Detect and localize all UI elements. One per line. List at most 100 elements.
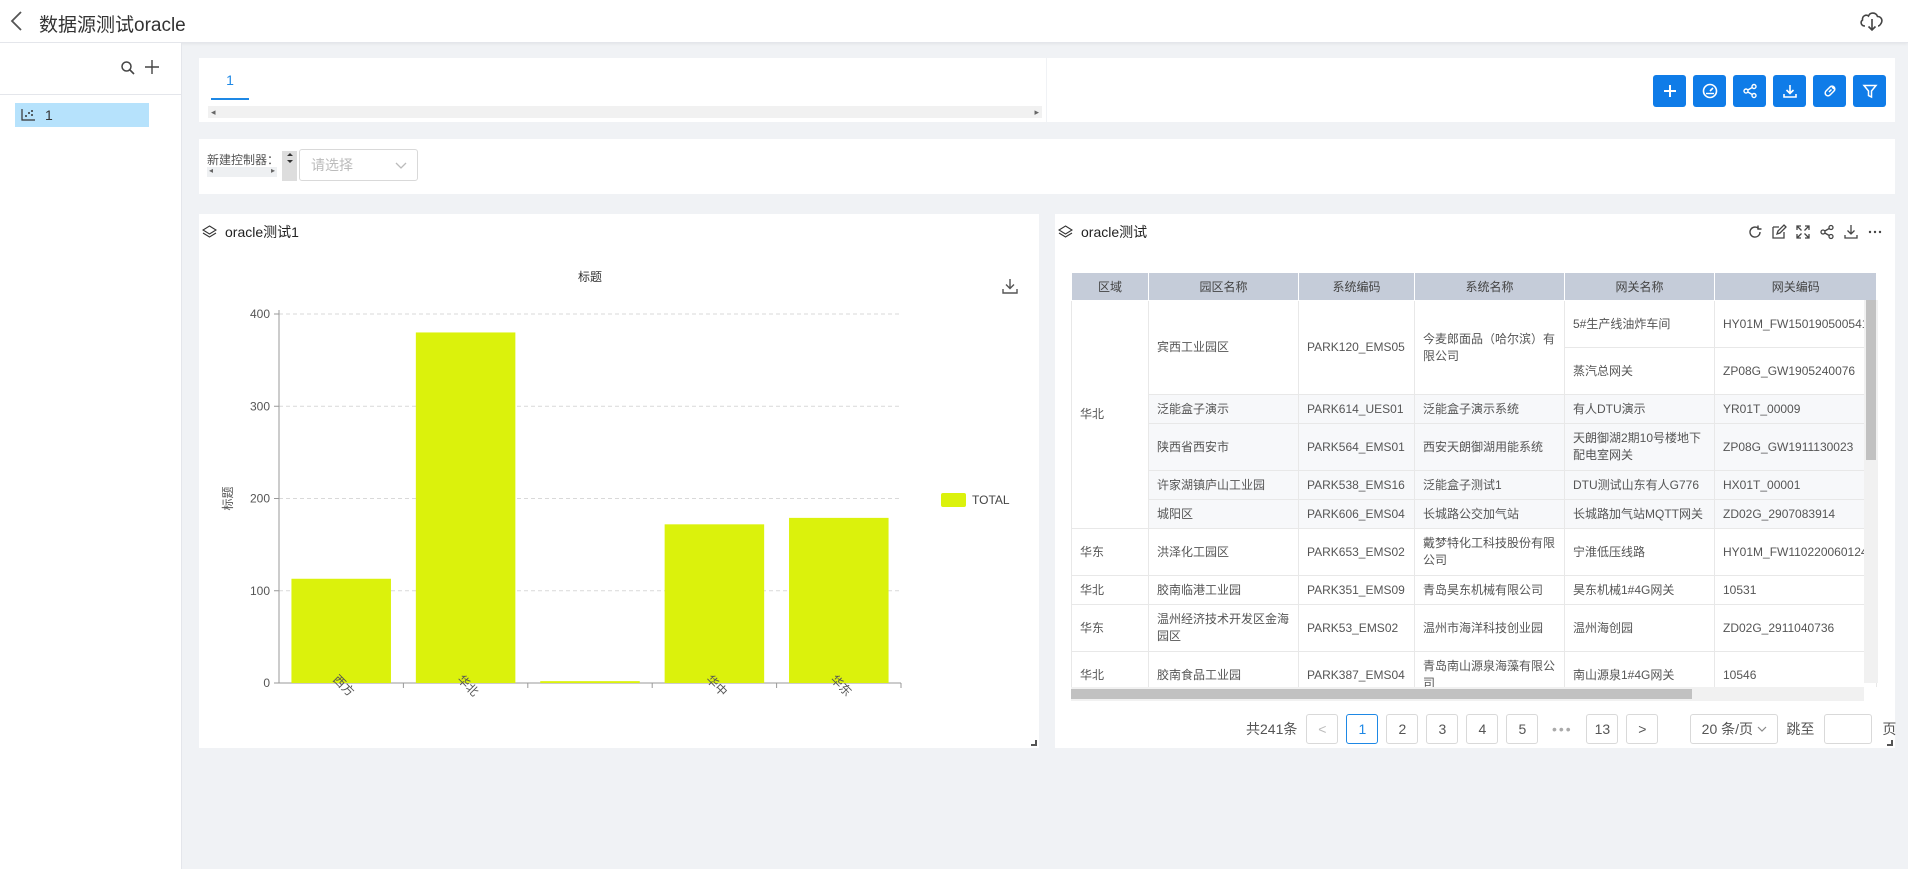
- column-header[interactable]: 园区名称: [1148, 272, 1299, 301]
- controller-select[interactable]: 请选择: [299, 149, 418, 181]
- dashboard-button[interactable]: [1693, 75, 1726, 107]
- bar: [789, 517, 889, 683]
- table-cell: 天朗御湖2期10号楼地下配电室网关: [1564, 423, 1715, 471]
- page-3-button[interactable]: 3: [1426, 714, 1459, 744]
- table-cell: 长城路加气站MQTT网关: [1564, 499, 1715, 529]
- add-icon[interactable]: [143, 58, 161, 76]
- table-cell: 10531: [1713, 575, 1878, 605]
- table-row: 华北 胶南临港工业园 PARK351_EMS09 青岛昊东机械有限公司 昊东机械…: [1071, 575, 1878, 605]
- chart-panel-title: oracle测试1: [225, 224, 299, 240]
- more-icon[interactable]: [1867, 224, 1883, 240]
- table-horizontal-scrollbar[interactable]: [1071, 687, 1864, 701]
- filter-button[interactable]: [1853, 75, 1886, 107]
- column-header[interactable]: 网关名称: [1564, 272, 1715, 301]
- table-cell: 温州经济技术开发区金海园区: [1148, 604, 1299, 652]
- table-cell: 南山源泉1#4G网关: [1564, 651, 1715, 687]
- tab-1[interactable]: 1: [211, 72, 249, 100]
- table-cell: 宾西工业园区: [1148, 300, 1299, 395]
- table-row: 华北 胶南食品工业园 PARK387_EMS04 青岛南山源泉海藻有限公司 南山…: [1071, 651, 1878, 687]
- sidebar-item-label: 1: [45, 107, 53, 123]
- back-icon[interactable]: [6, 9, 26, 33]
- table-cell: 泛能盒子演示: [1148, 394, 1299, 424]
- scrollbar-thumb[interactable]: [1866, 300, 1876, 460]
- fullscreen-icon[interactable]: [1795, 224, 1811, 240]
- next-page-button[interactable]: >: [1626, 714, 1659, 744]
- tab-bar: 1 ◂ ▸: [199, 58, 1046, 122]
- bar: [664, 524, 765, 683]
- table-vertical-scrollbar[interactable]: [1864, 300, 1878, 683]
- chart-download-icon[interactable]: [1001, 277, 1019, 298]
- table-cell: 5#生产线油炸车间: [1564, 300, 1715, 348]
- download-icon: [1782, 85, 1797, 98]
- sidebar-toolbar: [0, 43, 181, 95]
- search-icon[interactable]: [120, 60, 136, 76]
- column-header[interactable]: 网关编码: [1713, 272, 1878, 301]
- y-tick-label: 100: [250, 584, 270, 598]
- scroll-right-icon[interactable]: ▸: [1034, 106, 1039, 118]
- x-tick-label: 华东: [828, 672, 855, 699]
- jump-label: 跳至: [1786, 721, 1815, 737]
- table-row: 陕西省西安市 PARK564_EMS01 西安天朗御湖用能系统 天朗御湖2期10…: [1072, 423, 1878, 471]
- add-button[interactable]: [1653, 75, 1686, 107]
- cloud-download-icon[interactable]: [1858, 7, 1886, 35]
- layers-icon: [202, 225, 217, 238]
- jump-suffix: 页: [1882, 721, 1897, 737]
- filter-icon: [1861, 84, 1878, 99]
- table-cell: 城阳区: [1148, 499, 1299, 529]
- table-cell: 温州市海洋科技创业园: [1414, 604, 1565, 652]
- controller-bar: 新建控制器： ◂ ▸ 请选择: [199, 139, 1895, 194]
- page-size-label: 20 条/页: [1701, 721, 1754, 737]
- table-cell: ZD02G_2911040736: [1713, 604, 1878, 652]
- table-panel: oracle测试 区域 园区名称 系统编码 系统名称 网关名称 网关编码 华北 …: [1055, 214, 1895, 748]
- share-icon[interactable]: [1819, 224, 1835, 240]
- column-header[interactable]: 系统名称: [1414, 272, 1565, 301]
- last-page-button[interactable]: 13: [1586, 714, 1619, 744]
- resize-handle[interactable]: [1031, 740, 1037, 746]
- download-icon[interactable]: [1843, 224, 1859, 240]
- controller-scrollbar[interactable]: ◂ ▸: [207, 166, 277, 177]
- table-cell: 华东: [1071, 604, 1149, 652]
- page-1-button[interactable]: 1: [1346, 714, 1379, 744]
- y-tick-label: 200: [250, 492, 270, 506]
- refresh-icon[interactable]: [1747, 224, 1763, 240]
- edit-icon[interactable]: [1771, 224, 1787, 240]
- table-cell: 温州海创园: [1564, 604, 1715, 652]
- chart-title: 标题: [578, 270, 602, 284]
- download-button[interactable]: [1773, 75, 1806, 107]
- table-cell: 泛能盒子测试1: [1414, 470, 1565, 500]
- layers-icon: [1058, 225, 1073, 238]
- legend-label: TOTAL: [972, 493, 1010, 507]
- tab-scrollbar[interactable]: ◂ ▸: [208, 106, 1042, 118]
- page-4-button[interactable]: 4: [1466, 714, 1499, 744]
- scrollbar-thumb[interactable]: [1071, 689, 1692, 699]
- x-tick-label: 西方: [330, 672, 358, 700]
- link-button[interactable]: [1813, 75, 1846, 107]
- table-cell: 华北: [1071, 300, 1149, 529]
- page-5-button[interactable]: 5: [1506, 714, 1539, 744]
- page-ellipsis[interactable]: •••: [1546, 721, 1578, 737]
- sort-icon[interactable]: [282, 151, 297, 181]
- column-header[interactable]: 系统编码: [1298, 272, 1415, 301]
- table-cell: PARK53_EMS02: [1298, 604, 1415, 652]
- sidebar-item-chart[interactable]: 1: [15, 103, 149, 127]
- table-cell: PARK351_EMS09: [1298, 575, 1415, 605]
- table-cell: ZD02G_2907083914: [1713, 499, 1878, 529]
- page-size-select[interactable]: 20 条/页: [1690, 714, 1779, 744]
- table-cell: HY01M_FW110220060124: [1713, 528, 1878, 576]
- legend-swatch: [941, 493, 966, 507]
- bar: [540, 681, 640, 683]
- prev-page-button[interactable]: <: [1306, 714, 1339, 744]
- column-header[interactable]: 区域: [1071, 272, 1149, 301]
- scroll-left-icon[interactable]: ◂: [211, 106, 216, 118]
- sidebar: 1: [0, 43, 182, 869]
- table-row: 华东 洪泽化工园区 PARK653_EMS02 戴梦特化工科技股份有限公司 宁淮…: [1071, 528, 1878, 576]
- page-2-button[interactable]: 2: [1386, 714, 1419, 744]
- share-button[interactable]: [1733, 75, 1766, 107]
- table-panel-header: oracle测试: [1058, 222, 1147, 242]
- table-cell: 青岛南山源泉海藻有限公司: [1414, 651, 1565, 687]
- jump-page-input[interactable]: [1824, 714, 1873, 744]
- data-table: 区域 园区名称 系统编码 系统名称 网关名称 网关编码 华北 宾西工业园区 PA…: [1071, 272, 1878, 687]
- select-placeholder: 请选择: [311, 157, 353, 173]
- table-cell: DTU测试山东有人G776: [1564, 470, 1715, 500]
- table-cell: 戴梦特化工科技股份有限公司: [1414, 528, 1565, 576]
